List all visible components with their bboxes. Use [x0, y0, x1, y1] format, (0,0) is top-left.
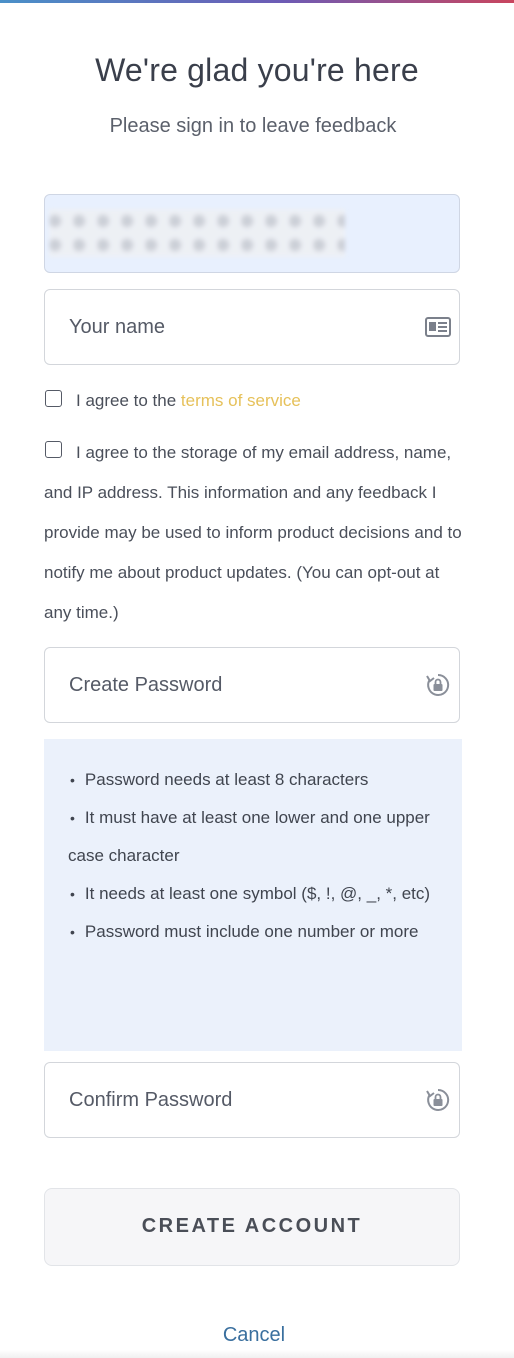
page-title: We're glad you're here: [95, 52, 419, 88]
terms-of-service-link[interactable]: terms of service: [181, 391, 301, 410]
create-account-button[interactable]: CREATE ACCOUNT: [44, 1188, 460, 1266]
name-field[interactable]: Your name: [44, 289, 460, 365]
lock-refresh-icon[interactable]: [425, 1087, 451, 1113]
terms-label-prefix: I agree to the: [76, 391, 181, 410]
redacted-email-value: [49, 209, 345, 257]
bottom-edge-shadow: [0, 1350, 514, 1358]
consent-label: I agree to the storage of my email addre…: [44, 443, 462, 622]
confirm-password-placeholder: Confirm Password: [69, 1089, 233, 1111]
confirm-password-field[interactable]: Confirm Password: [44, 1062, 460, 1138]
name-placeholder: Your name: [69, 316, 165, 338]
page-subtitle: Please sign in to leave feedback: [109, 115, 397, 137]
top-accent-bar: [0, 0, 514, 3]
cancel-link[interactable]: Cancel: [0, 1324, 508, 1347]
create-password-field[interactable]: Create Password: [44, 647, 460, 723]
email-field[interactable]: [44, 194, 460, 273]
contact-card-icon: [425, 317, 451, 337]
password-requirements: Password needs at least 8 characters It …: [44, 739, 462, 1051]
password-rule: Password must include one number or more: [68, 913, 442, 951]
password-rule: It must have at least one lower and one …: [68, 799, 442, 875]
password-rule: Password needs at least 8 characters: [68, 761, 442, 799]
password-rule: It needs at least one symbol ($, !, @, _…: [68, 875, 442, 913]
create-password-placeholder: Create Password: [69, 674, 223, 696]
terms-checkbox[interactable]: [45, 390, 62, 407]
lock-refresh-icon[interactable]: [425, 672, 451, 698]
terms-label: I agree to the terms of service: [76, 390, 301, 412]
